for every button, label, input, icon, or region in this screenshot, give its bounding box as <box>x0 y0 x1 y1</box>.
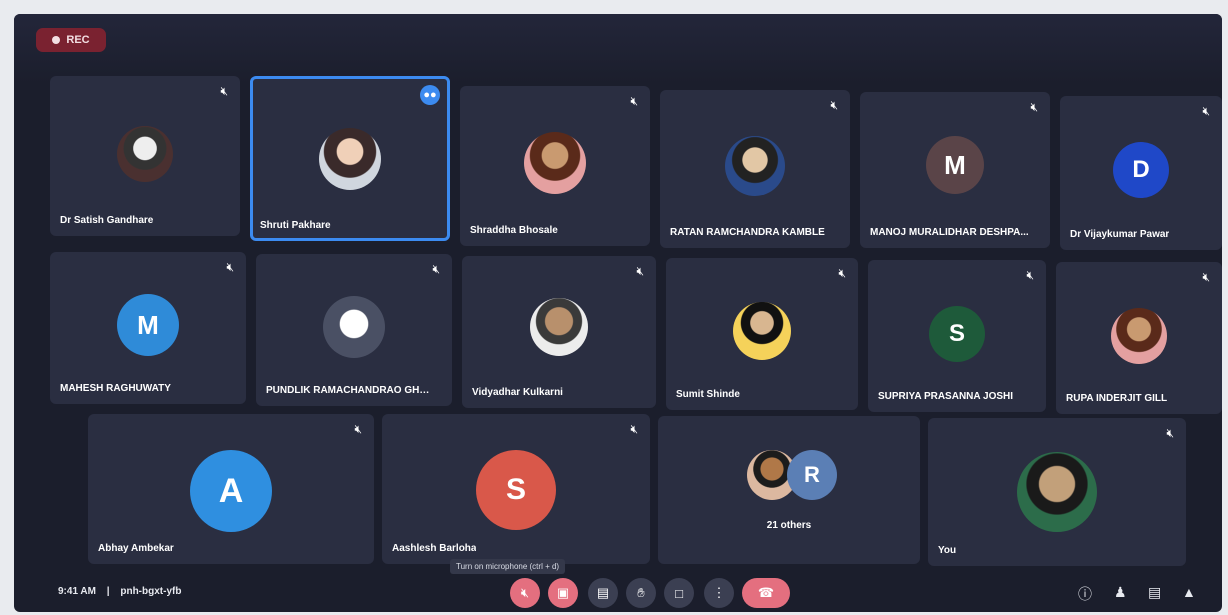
captions-button[interactable]: ▤ <box>588 578 618 608</box>
participant-name: RATAN RAMCHANDRA KAMBLE <box>670 227 825 238</box>
participant-avatar <box>524 132 586 194</box>
meeting-info: 9:41 AM | pnh-bgxt-yfb <box>58 586 181 597</box>
recording-indicator: REC <box>36 28 106 52</box>
participant-name: MANOJ MURALIDHAR DESHPA... <box>870 227 1029 238</box>
participant-tile[interactable]: 🔇︎ A Abhay Ambekar <box>88 414 374 564</box>
participant-tile[interactable]: 🔇︎ M MANOJ MURALIDHAR DESHPA... <box>860 92 1050 248</box>
others-avatar-stack: R <box>739 450 839 510</box>
self-avatar <box>1017 452 1097 532</box>
participant-tile[interactable]: 🔇︎ Shraddha Bhosale <box>460 86 650 246</box>
people-icon[interactable]: ♟ <box>1114 584 1127 601</box>
participant-tile[interactable]: 🔇︎ RATAN RAMCHANDRA KAMBLE <box>660 90 850 248</box>
meeting-code: pnh-bgxt-yfb <box>120 586 182 597</box>
mic-off-icon: 🔇︎ <box>520 585 530 600</box>
record-dot-icon <box>52 36 61 44</box>
participant-avatar <box>530 298 588 356</box>
camera-off-icon: ▣ <box>556 585 570 600</box>
mic-muted-icon: 🔇︎ <box>226 260 234 274</box>
avatar-initial: S <box>505 473 526 506</box>
participant-name: SUPRIYA PRASANNA JOSHI <box>878 391 1014 402</box>
participant-avatar <box>117 126 173 182</box>
participant-tile[interactable]: 🔇︎ S SUPRIYA PRASANNA JOSHI <box>868 260 1046 412</box>
participant-tile[interactable]: ●● Shruti Pakhare <box>250 76 450 241</box>
recording-label: REC <box>66 34 90 46</box>
speaking-indicator-icon: ●● <box>420 85 440 105</box>
leave-call-button[interactable]: ☎︎ <box>742 578 790 608</box>
more-icon: ⋮ <box>712 585 726 600</box>
mic-muted-icon: 🔇︎ <box>354 422 362 436</box>
participant-avatar <box>319 128 381 190</box>
participant-tile[interactable]: 🔇︎ RUPA INDERJIT GILL <box>1056 262 1222 414</box>
mic-muted-icon: 🔇︎ <box>1166 426 1174 440</box>
mic-muted-icon: 🔇︎ <box>432 262 440 276</box>
hand-icon: ✋︎ <box>637 585 645 600</box>
participant-name: Abhay Ambekar <box>98 543 174 554</box>
mic-muted-icon: 🔇︎ <box>630 422 638 436</box>
participant-avatar: D <box>1113 142 1169 198</box>
avatar-initial: M <box>137 309 159 340</box>
mic-muted-icon: 🔇︎ <box>1030 100 1038 114</box>
participant-name: RUPA INDERJIT GILL <box>1066 393 1168 404</box>
mic-muted-icon: 🔇︎ <box>1202 270 1210 284</box>
participant-avatar: M <box>926 136 984 194</box>
mic-muted-icon: 🔇︎ <box>636 264 644 278</box>
participant-avatar <box>1111 308 1167 364</box>
participant-tile[interactable]: 🔇︎ PUNDLIK RAMACHANDRAO GHATE <box>256 254 452 406</box>
participant-avatar: M <box>117 294 179 356</box>
others-count-label: 21 others <box>766 520 812 531</box>
avatar-initial: R <box>804 462 820 487</box>
avatar-initial: A <box>218 471 244 510</box>
mic-muted-icon: 🔇︎ <box>630 94 638 108</box>
chat-icon[interactable]: ▤ <box>1148 584 1161 601</box>
participant-tile[interactable]: 🔇︎ Dr Satish Gandhare <box>50 76 240 236</box>
more-options-button[interactable]: ⋮ <box>704 578 734 608</box>
avatar-initial: D <box>1132 156 1150 183</box>
participant-tile[interactable]: 🔇︎ D Dr Vijaykumar Pawar <box>1060 96 1222 250</box>
participant-tile[interactable]: 🔇︎ S Aashlesh Barloha <box>382 414 650 564</box>
participant-name: PUNDLIK RAMACHANDRAO GHATE <box>266 385 433 396</box>
participant-avatar <box>725 136 785 196</box>
activities-icon[interactable]: ▲ <box>1182 584 1196 600</box>
participant-avatar: S <box>929 306 985 362</box>
mic-muted-icon: 🔇︎ <box>830 98 838 112</box>
meet-window: REC 🔇︎ Dr Satish Gandhare ●● Shruti Pakh… <box>14 14 1222 612</box>
others-tile[interactable]: R 21 others <box>658 416 920 564</box>
participant-name: Shraddha Bhosale <box>470 225 558 236</box>
separator: | <box>106 586 110 597</box>
camera-toggle-button[interactable]: ▣ <box>548 578 578 608</box>
participant-name: Dr Vijaykumar Pawar <box>1070 229 1170 240</box>
participant-name: Dr Satish Gandhare <box>60 215 154 226</box>
participant-tile[interactable]: 🔇︎ Sumit Shinde <box>666 258 858 410</box>
mic-muted-icon: 🔇︎ <box>220 84 228 98</box>
mic-muted-icon: 🔇︎ <box>1026 268 1034 282</box>
captions-icon: ▤ <box>596 585 610 600</box>
mic-toggle-button[interactable]: 🔇︎ <box>510 578 540 608</box>
self-tile[interactable]: 🔇︎ You <box>928 418 1186 566</box>
participant-avatar <box>323 296 385 358</box>
bottom-bar: 9:41 AM | pnh-bgxt-yfb 🔇︎ ▣ ▤ ✋︎ □ ⋮ ☎︎ … <box>14 568 1222 612</box>
avatar-initial: S <box>948 320 965 347</box>
participant-name: Vidyadhar Kulkarni <box>472 387 563 398</box>
present-button[interactable]: □ <box>664 578 694 608</box>
end-call-icon: ☎︎ <box>757 585 775 600</box>
participant-tile[interactable]: 🔇︎ Vidyadhar Kulkarni <box>462 256 656 408</box>
participant-avatar <box>733 302 791 360</box>
info-icon[interactable]: ⓘ <box>1078 584 1092 604</box>
participant-name: Aashlesh Barloha <box>392 543 477 554</box>
mic-muted-icon: 🔇︎ <box>1202 104 1210 118</box>
participant-name: MAHESH RAGHUWATY <box>60 383 171 394</box>
participant-name: Sumit Shinde <box>676 389 740 400</box>
participant-avatar: R <box>787 450 837 500</box>
clock-time: 9:41 AM <box>58 586 96 597</box>
participant-avatar: A <box>190 450 272 532</box>
participant-avatar: S <box>476 450 556 530</box>
participant-name: Shruti Pakhare <box>260 220 331 231</box>
mic-muted-icon: 🔇︎ <box>838 266 846 280</box>
raise-hand-button[interactable]: ✋︎ <box>626 578 656 608</box>
participant-name: You <box>938 545 957 556</box>
avatar-initial: M <box>944 149 966 180</box>
participant-tile[interactable]: 🔇︎ M MAHESH RAGHUWATY <box>50 252 246 404</box>
present-icon: □ <box>675 585 683 601</box>
